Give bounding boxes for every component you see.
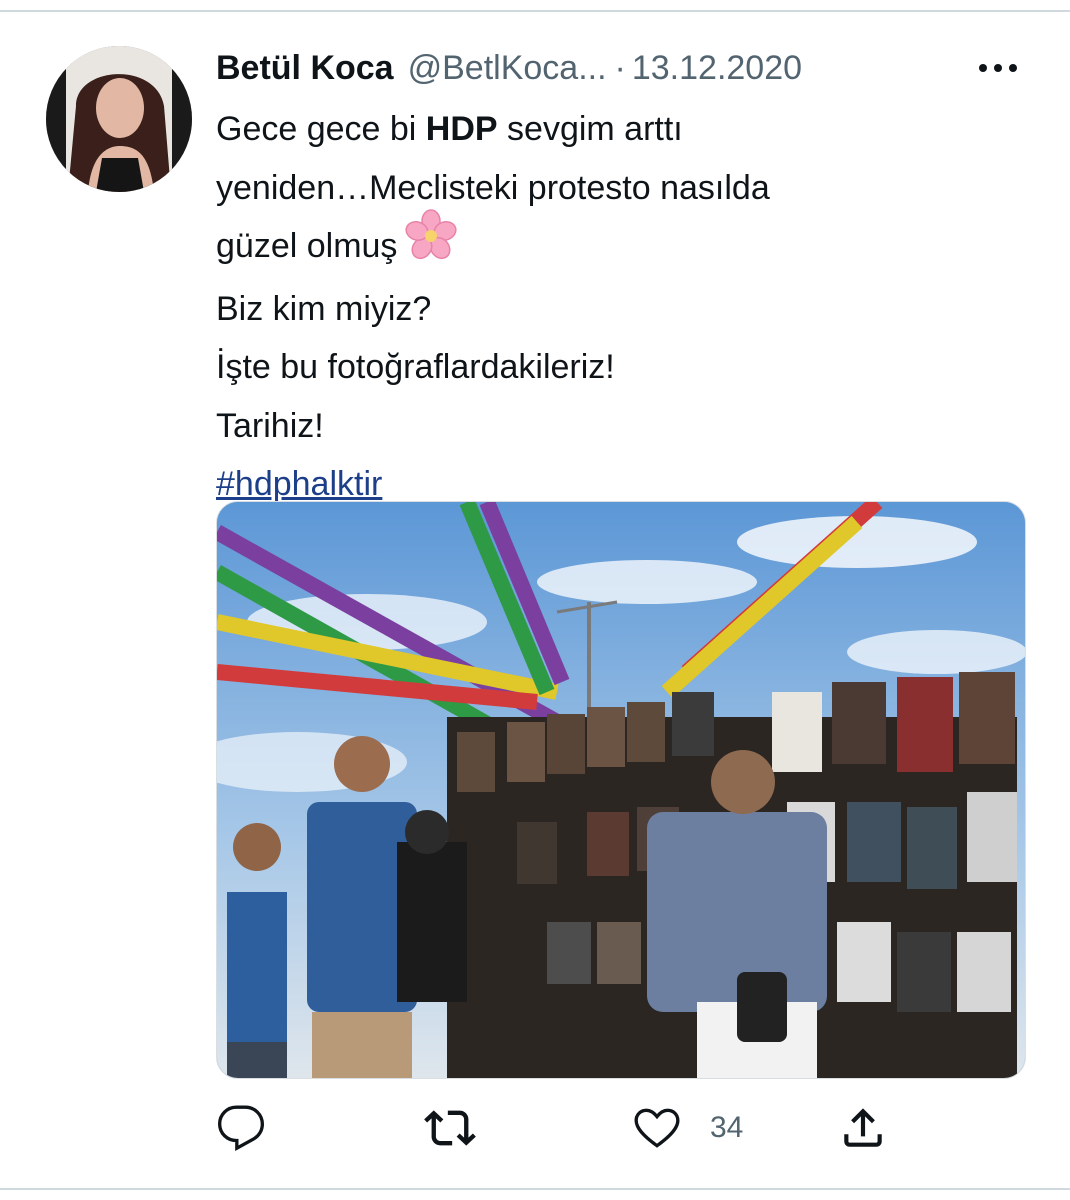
tweet-header: Betül Koca @BetlKoca... · 13.12.2020 [216,46,802,90]
text-line: Tarihiz! [216,406,324,445]
cherry-blossom-icon [405,209,457,280]
hashtag-link[interactable]: #hdphalktir [216,465,382,503]
author-handle[interactable]: @BetlKoca... [408,49,607,88]
top-divider [0,10,1070,12]
avatar-image [46,46,192,192]
retweet-button[interactable] [424,1098,476,1158]
heart-icon [634,1108,680,1148]
retweet-icon [424,1110,476,1146]
text-line: Gece gece bi HDP sevgim arttı [216,110,683,148]
separator-dot: · [614,48,626,87]
avatar[interactable] [46,46,192,192]
text-line: Biz kim miyiz? [216,289,432,328]
text-line: güzel olmuş [216,209,1006,280]
like-count: 34 [710,1111,744,1144]
reply-icon [217,1105,265,1152]
share-button[interactable] [838,1098,888,1158]
more-options-button[interactable] [970,48,1026,88]
tweet-text: Gece gece bi HDP sevgim arttı yeniden…Me… [216,100,1006,514]
more-icon [979,64,1017,72]
action-bar: 34 [216,1098,906,1158]
tweet-date[interactable]: 13.12.2020 [632,49,802,88]
text-line: yeniden…Meclisteki protesto nasılda [216,168,770,207]
share-icon [844,1108,882,1147]
author-name[interactable]: Betül Koca [216,49,394,88]
like-button[interactable]: 34 [632,1098,743,1158]
bottom-divider [0,1188,1070,1190]
text-line: İşte bu fotoğraflardakileriz! [216,348,615,386]
photo-image [217,502,1025,1078]
reply-button[interactable] [216,1098,266,1158]
tweet-photo[interactable] [216,501,1026,1079]
bold-word: HDP [425,110,498,148]
